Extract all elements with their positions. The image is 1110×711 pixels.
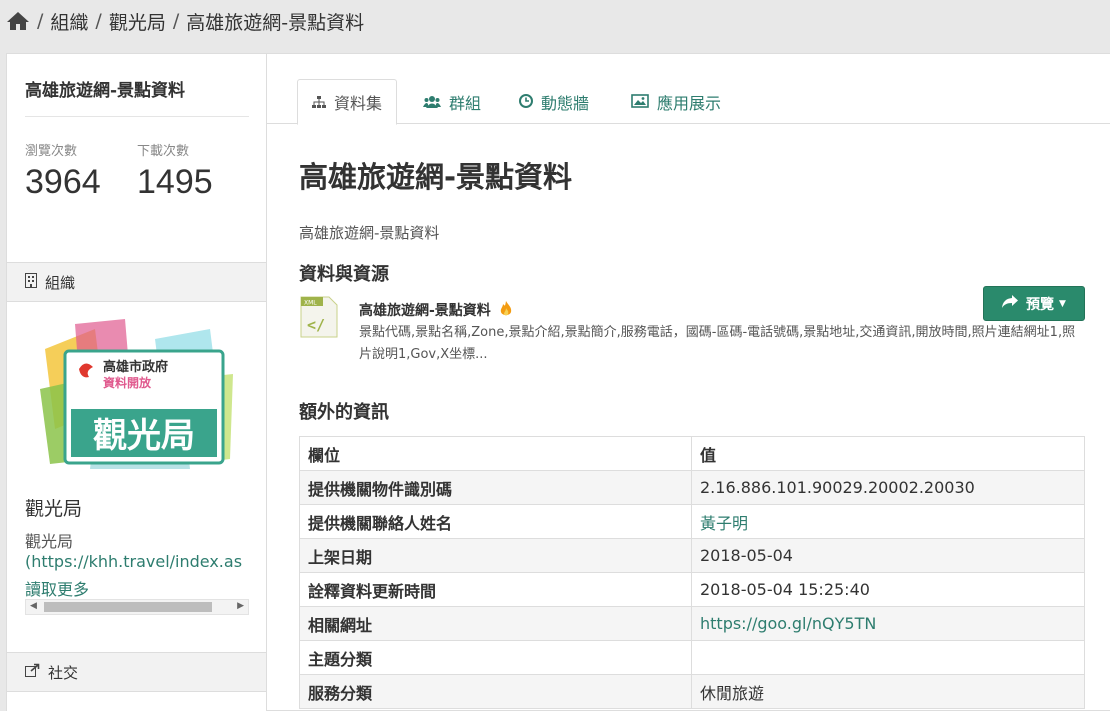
preview-button[interactable]: 預覽 ▼	[983, 286, 1085, 321]
downloads-stat: 下載次數 1495	[137, 140, 213, 202]
field-name: 相關網址	[299, 606, 692, 641]
breadcrumb-separator: /	[37, 10, 44, 32]
resource-name[interactable]: 高雄旅遊網-景點資料	[359, 303, 491, 319]
field-name: 詮釋資料更新時間	[299, 572, 692, 607]
views-label: 瀏覽次數	[25, 144, 78, 159]
social-section-header: 社交	[7, 652, 266, 692]
tab-label: 動態牆	[541, 94, 590, 113]
contact-name-link[interactable]: 黃子明	[691, 504, 1085, 539]
tab-label: 群組	[449, 94, 482, 113]
table-row: 詮釋資料更新時間 2018-05-04 15:25:40	[299, 572, 1085, 607]
column-header-value: 值	[691, 436, 1085, 471]
field-value: 2018-05-04 15:25:40	[691, 572, 1085, 607]
views-count: 3964	[25, 163, 101, 201]
table-row: 上架日期 2018-05-04	[299, 538, 1085, 573]
field-value	[691, 640, 1085, 675]
organization-logo[interactable]: 高雄市政府 資料開放 觀光局	[35, 319, 235, 469]
tab-label: 資料集	[334, 94, 383, 113]
additional-info-heading: 額外的資訊	[299, 402, 389, 423]
users-icon	[423, 93, 441, 112]
horizontal-scrollbar[interactable]: ◀ ▶	[25, 599, 249, 615]
svg-text:</: </	[307, 316, 325, 334]
resource-item[interactable]: 高雄旅遊網-景點資料	[359, 300, 512, 321]
resources-heading: 資料與資源	[299, 264, 389, 285]
building-icon	[25, 272, 37, 292]
field-name: 提供機關物件識別碼	[299, 470, 692, 505]
divider	[25, 116, 249, 117]
tab-groups[interactable]: 群組	[409, 79, 495, 125]
scrollbar-thumb[interactable]	[44, 602, 212, 612]
tab-activity-stream[interactable]: 動態牆	[505, 79, 603, 125]
page-container: 高雄旅遊網-景點資料 瀏覽次數 3964 下載次數 1495 組織 高雄市政府 …	[6, 53, 1110, 711]
page-title: 高雄旅遊網-景點資料	[299, 160, 573, 194]
breadcrumb-organizations[interactable]: 組織	[50, 8, 88, 35]
field-name: 提供機關聯絡人姓名	[299, 504, 692, 539]
share-icon	[25, 663, 40, 681]
tab-bar: 資料集 群組 動態牆 應用展示	[267, 54, 1110, 125]
organization-section-header: 組織	[7, 262, 266, 302]
tab-showcase[interactable]: 應用展示	[617, 79, 735, 125]
sidebar-title: 高雄旅遊網-景點資料	[25, 81, 186, 101]
column-header-field: 欄位	[299, 436, 692, 471]
organization-section-label: 組織	[45, 273, 76, 292]
flame-icon	[500, 301, 512, 321]
table-row: 提供機關物件識別碼 2.16.886.101.90029.20002.20030	[299, 470, 1085, 505]
resource-format: XML	[304, 300, 317, 307]
share-arrow-icon	[1002, 295, 1019, 312]
clock-icon	[519, 93, 533, 112]
breadcrumb-separator: /	[172, 10, 180, 32]
breadcrumb-tourism-bureau[interactable]: 觀光局	[109, 8, 166, 35]
field-value: 2018-05-04	[691, 538, 1085, 573]
logo-text-main: 觀光局	[93, 416, 195, 456]
caret-down-icon: ▼	[1059, 298, 1066, 309]
table-row: 主題分類	[299, 640, 1085, 675]
sitemap-icon	[312, 93, 326, 112]
resource-description: 景點代碼,景點名稱,Zone,景點介紹,景點簡介,服務電話，國碼-區碼-電話號碼…	[359, 325, 1076, 362]
table-header-row: 欄位 值	[299, 436, 1085, 471]
scroll-left-arrow-icon[interactable]: ◀	[30, 601, 37, 611]
breadcrumb-separator: /	[95, 10, 102, 32]
field-value: 休閒旅遊	[691, 674, 1085, 709]
tab-datasets[interactable]: 資料集	[297, 79, 398, 125]
logo-text-line1: 高雄市政府	[103, 359, 168, 375]
social-section-label: 社交	[48, 663, 79, 682]
downloads-label: 下載次數	[137, 144, 190, 159]
field-value: 2.16.886.101.90029.20002.20030	[691, 470, 1085, 505]
sidebar: 高雄旅遊網-景點資料 瀏覽次數 3964 下載次數 1495 組織 高雄市政府 …	[7, 54, 267, 711]
organization-website-link[interactable]: (https://khh.travel/index.as	[25, 552, 265, 571]
table-row: 相關網址 https://goo.gl/nQY5TN	[299, 606, 1085, 641]
table-row: 提供機關聯絡人姓名 黃子明	[299, 504, 1085, 539]
field-name: 服務分類	[299, 674, 692, 709]
image-icon	[631, 93, 649, 112]
main-content: 資料集 群組 動態牆 應用展示 高雄旅遊網-景點資料 高雄旅遊網-景點資料 資料…	[267, 54, 1110, 711]
additional-info-table: 欄位 值 提供機關物件識別碼 2.16.886.101.90029.20002.…	[299, 436, 1085, 709]
organization-name: 觀光局	[25, 498, 83, 520]
breadcrumb-current: 高雄旅遊網-景點資料	[186, 11, 365, 34]
breadcrumb: / 組織 / 觀光局 / 高雄旅遊網-景點資料	[0, 0, 1110, 42]
organization-description: 觀光局	[25, 532, 74, 551]
scroll-right-arrow-icon[interactable]: ▶	[237, 601, 244, 611]
tab-label: 應用展示	[657, 94, 722, 113]
preview-button-label: 預覽	[1026, 296, 1055, 313]
views-stat: 瀏覽次數 3964	[25, 140, 101, 202]
field-name: 上架日期	[299, 538, 692, 573]
read-more-link[interactable]: 讀取更多	[25, 576, 89, 600]
dataset-description: 高雄旅遊網-景點資料	[299, 224, 440, 242]
home-icon[interactable]	[6, 11, 30, 31]
downloads-count: 1495	[137, 163, 213, 201]
xml-file-icon: XML </	[299, 296, 339, 338]
related-url-link[interactable]: https://goo.gl/nQY5TN	[691, 606, 1085, 641]
field-name: 主題分類	[299, 640, 692, 675]
logo-text-line2: 資料開放	[103, 375, 152, 390]
table-row: 服務分類 休閒旅遊	[299, 674, 1085, 709]
